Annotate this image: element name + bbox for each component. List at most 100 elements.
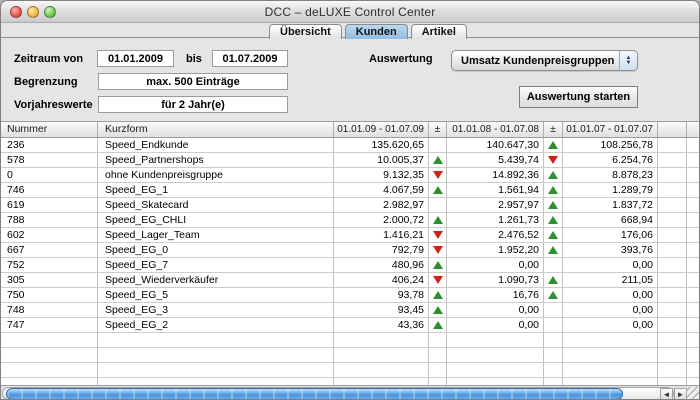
- cell-trend2: [544, 273, 563, 287]
- trend-arrow-icon: [548, 201, 558, 209]
- table-row[interactable]: 747 Speed_EG_2 43,36 0,00 0,00: [1, 318, 699, 333]
- cell-period2: 0,00: [447, 303, 544, 317]
- table-row[interactable]: 746 Speed_EG_1 4.067,59 1.561,94 1.289,7…: [1, 183, 699, 198]
- scrollbar-track[interactable]: [2, 387, 674, 399]
- cell-period1: [334, 378, 429, 385]
- table-row[interactable]: 750 Speed_EG_5 93,78 16,76 0,00: [1, 288, 699, 303]
- column-header-filler: [658, 122, 687, 137]
- cell-trend1: [429, 318, 447, 332]
- cell-nummer: 305: [1, 273, 98, 287]
- vorjahreswerte-input[interactable]: [98, 96, 288, 113]
- auswertung-starten-button[interactable]: Auswertung starten: [519, 86, 638, 108]
- table-row[interactable]: [1, 333, 699, 348]
- cell-kurzform: Speed_EG_0: [98, 243, 334, 257]
- cell-kurzform: Speed_Lager_Team: [98, 228, 334, 242]
- cell-period2: 0,00: [447, 258, 544, 272]
- cell-period2: 1.090,73: [447, 273, 544, 287]
- table-row[interactable]: 602 Speed_Lager_Team 1.416,21 2.476,52 1…: [1, 228, 699, 243]
- cell-period1: 2.982,97: [334, 198, 429, 212]
- cell-period2: [447, 333, 544, 347]
- cell-nummer: 0: [1, 168, 98, 182]
- trend-arrow-icon: [548, 231, 558, 239]
- cell-trend2: [544, 153, 563, 167]
- begrenzung-input[interactable]: [98, 73, 288, 90]
- cell-kurzform: [98, 378, 334, 385]
- table-row[interactable]: [1, 348, 699, 363]
- trend-arrow-icon: [432, 306, 443, 314]
- cell-trend1: [429, 258, 447, 272]
- scroll-right-button[interactable]: ►: [674, 388, 687, 399]
- cell-period2: 1.261,73: [447, 213, 544, 227]
- cell-kurzform: Speed_Endkunde: [98, 138, 334, 152]
- table-row[interactable]: 578 Speed_Partnershops 10.005,37 5.439,7…: [1, 153, 699, 168]
- table-row[interactable]: 619 Speed_Skatecard 2.982,97 2.957,97 1.…: [1, 198, 699, 213]
- cell-period1: 93,45: [334, 303, 429, 317]
- table-header: Nummer Kurzform 01.01.09 - 01.07.09 ± 01…: [1, 121, 699, 138]
- trend-arrow-icon: [432, 291, 443, 299]
- cell-period2: [447, 378, 544, 385]
- zeitraum-von-input[interactable]: [97, 50, 174, 67]
- zeitraum-bis-input[interactable]: [212, 50, 288, 67]
- cell-trend1: [429, 183, 447, 197]
- column-header-period1[interactable]: 01.01.09 - 01.07.09: [334, 122, 429, 137]
- cell-nummer: 788: [1, 213, 98, 227]
- table-row[interactable]: 305 Speed_Wiederverkäufer 406,24 1.090,7…: [1, 273, 699, 288]
- cell-nummer: 578: [1, 153, 98, 167]
- resize-grip-icon[interactable]: [687, 387, 699, 399]
- cell-trend2: [544, 198, 563, 212]
- cell-trend1: [429, 348, 447, 362]
- cell-kurzform: Speed_Skatecard: [98, 198, 334, 212]
- cell-period1: [334, 333, 429, 347]
- auswertung-dropdown-value: Umsatz Kundenpreisgruppen: [461, 54, 615, 67]
- auswertung-dropdown[interactable]: Umsatz Kundenpreisgruppen ▲ ▼: [451, 50, 638, 71]
- cell-nummer: [1, 348, 98, 362]
- cell-period2: 2.957,97: [447, 198, 544, 212]
- cell-nummer: 747: [1, 318, 98, 332]
- cell-trend2: [544, 243, 563, 257]
- table-row[interactable]: 0 ohne Kundenpreisgruppe 9.132,35 14.892…: [1, 168, 699, 183]
- column-header-period3[interactable]: 01.01.07 - 01.07.07: [563, 122, 658, 137]
- filter-panel: Zeitraum von bis Begrenzung Vorjahreswer…: [1, 39, 699, 121]
- begrenzung-label: Begrenzung: [14, 76, 78, 88]
- cell-trend1: [429, 333, 447, 347]
- table-row[interactable]: 752 Speed_EG_7 480,96 0,00 0,00: [1, 258, 699, 273]
- tab-kunden[interactable]: Kunden: [344, 24, 408, 39]
- popup-stepper-icon: ▲ ▼: [619, 51, 637, 70]
- cell-period2: 16,76: [447, 288, 544, 302]
- trend-arrow-icon: [548, 186, 558, 194]
- scrollbar-thumb[interactable]: [6, 388, 623, 399]
- column-header-kurzform[interactable]: Kurzform: [98, 122, 334, 137]
- column-header-period2[interactable]: 01.01.08 - 01.07.08: [447, 122, 544, 137]
- trend-arrow-icon: [432, 246, 443, 254]
- trend-arrow-icon: [548, 156, 558, 164]
- cell-period2: 0,00: [447, 318, 544, 332]
- column-header-nummer[interactable]: Nummer: [1, 122, 98, 137]
- table-body: 236 Speed_Endkunde 135.620,65 140.647,30…: [1, 138, 699, 385]
- column-header-pm1[interactable]: ±: [429, 122, 447, 137]
- table-row[interactable]: 748 Speed_EG_3 93,45 0,00 0,00: [1, 303, 699, 318]
- column-header-pm2[interactable]: ±: [544, 122, 563, 137]
- cell-period3: 6.254,76: [563, 153, 658, 167]
- window-title: DCC – deLUXE Control Center: [264, 5, 436, 19]
- table-row[interactable]: 236 Speed_Endkunde 135.620,65 140.647,30…: [1, 138, 699, 153]
- cell-trend2: [544, 138, 563, 152]
- table-row[interactable]: 788 Speed_EG_CHLI 2.000,72 1.261,73 668,…: [1, 213, 699, 228]
- cell-trend2: [544, 318, 563, 332]
- cell-trend2: [544, 378, 563, 385]
- table-row[interactable]: [1, 363, 699, 378]
- table-row[interactable]: 667 Speed_EG_0 792,79 1.952,20 393,76: [1, 243, 699, 258]
- cell-period1: 2.000,72: [334, 213, 429, 227]
- table-row[interactable]: [1, 378, 699, 385]
- cell-period3: 0,00: [563, 303, 658, 317]
- scroll-left-button[interactable]: ◄: [660, 388, 673, 399]
- cell-nummer: [1, 333, 98, 347]
- cell-period1: 4.067,59: [334, 183, 429, 197]
- trend-arrow-icon: [432, 231, 443, 239]
- tab-bar: Übersicht Kunden Artikel: [1, 23, 699, 39]
- cell-kurzform: Speed_EG_5: [98, 288, 334, 302]
- cell-period1: 43,36: [334, 318, 429, 332]
- tab-artikel[interactable]: Artikel: [410, 24, 467, 39]
- cell-trend1: [429, 363, 447, 377]
- cell-nummer: 752: [1, 258, 98, 272]
- tab-uebersicht[interactable]: Übersicht: [269, 24, 342, 39]
